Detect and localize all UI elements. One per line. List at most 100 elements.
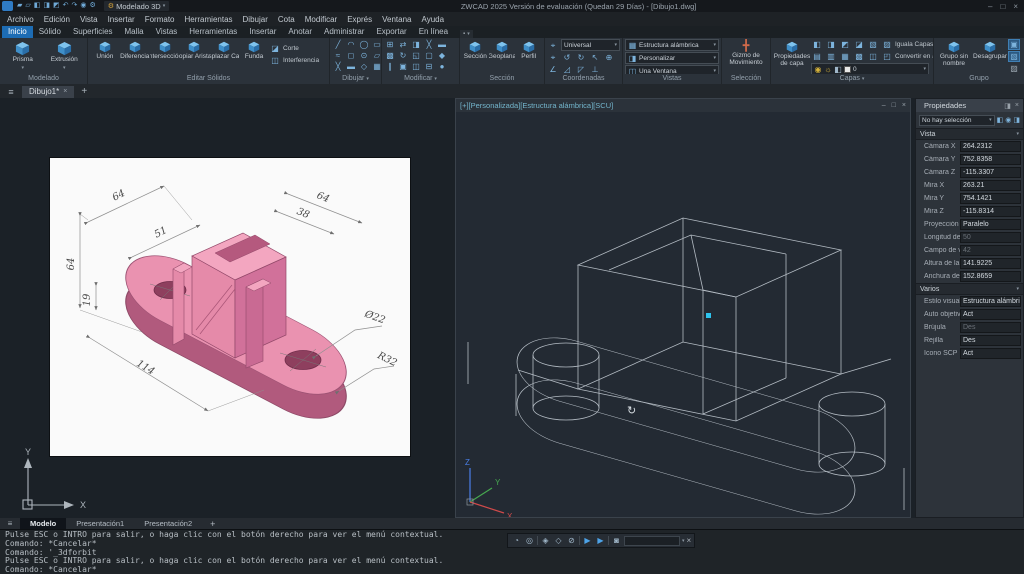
ribbon-tab-administrar[interactable]: Administrar — [318, 26, 370, 38]
ribbon-tab-malla[interactable]: Malla — [119, 26, 150, 38]
property-value[interactable]: Paralelo — [960, 219, 1021, 230]
walk-icon[interactable]: ▶ — [595, 536, 606, 545]
ribbon-tab-insertar[interactable]: Insertar — [243, 26, 282, 38]
ucs-face-icon[interactable]: ◸ — [575, 64, 587, 74]
section-vista[interactable]: Vista ▾ — [916, 128, 1023, 140]
layer-freeze-icon[interactable]: ◨ — [825, 39, 837, 50]
funda-button[interactable]: Funda — [239, 39, 269, 74]
modify-join-icon[interactable]: ⊟ — [423, 61, 435, 72]
ribbon-tab-inicio[interactable]: Inicio — [2, 26, 33, 38]
perfil-button[interactable]: Perfil — [515, 39, 542, 74]
menu-item-modificar[interactable]: Modificar — [300, 15, 342, 24]
undo-icon[interactable]: ↶ — [63, 1, 69, 11]
section-varios[interactable]: Varios ▾ — [916, 283, 1023, 295]
draw-line-icon[interactable]: ╱ — [332, 39, 344, 50]
grupo-sin-nombre-button[interactable]: Grupo sin nombre — [936, 39, 972, 74]
layer-unlock-icon[interactable]: ▦ — [839, 51, 851, 62]
modify-scale-icon[interactable]: ◱ — [410, 50, 422, 61]
prisma-button[interactable]: Prisma ▾ — [2, 39, 44, 74]
ribbon-tab-exportar[interactable]: Exportar — [370, 26, 412, 38]
layer-unisolate-icon[interactable]: ▩ — [853, 51, 865, 62]
modify-extend-icon[interactable]: ▣ — [397, 61, 409, 72]
free-orbit-icon[interactable]: ◇ — [553, 536, 564, 545]
pin-icon[interactable]: ◨ — [1004, 102, 1011, 110]
group-edit-icon[interactable]: ▨ — [1008, 63, 1020, 74]
ucs-world-icon[interactable]: ⌖ — [547, 52, 559, 63]
modify-fillet-icon[interactable]: ◆ — [436, 50, 448, 61]
continuous-orbit-icon[interactable]: ⊘ — [566, 536, 577, 545]
layout-menu-icon[interactable]: ≡ — [0, 519, 20, 528]
ribbon-tab-vistas[interactable]: Vistas — [150, 26, 184, 38]
desagrupar-button[interactable]: Desagrupar — [972, 39, 1008, 74]
print-icon[interactable]: ◩ — [53, 1, 60, 11]
property-value[interactable]: 263.21 — [960, 180, 1021, 191]
draw-region-icon[interactable]: ▬ — [345, 61, 357, 72]
ucs-rotate-icon[interactable]: ↻ — [575, 52, 587, 63]
draw-arc-icon[interactable]: ◠ — [345, 39, 357, 50]
modify-trim-icon[interactable]: ∥ — [384, 61, 396, 72]
menu-item-dibujar[interactable]: Dibujar — [238, 15, 273, 24]
diferencia-button[interactable]: Diferencia — [120, 39, 150, 74]
toggle-pickadd-icon[interactable]: ◧ — [997, 116, 1004, 124]
view-combo[interactable]: ◨ Personalizar ▾ — [625, 52, 719, 64]
group-toggle-b-icon[interactable]: ▧ — [1008, 51, 1020, 62]
model-space[interactable]: 64 51 38 64 64 19 114 Ø22 R32 Y X — [0, 98, 1024, 518]
property-value[interactable]: 754.1421 — [960, 193, 1021, 204]
doc-tab-dibujo1[interactable]: Dibujo1* × — [22, 86, 74, 98]
ribbon-tab-anotar[interactable]: Anotar — [282, 26, 318, 38]
chevron-down-icon[interactable]: ▾ — [682, 538, 685, 544]
layer-on-icon[interactable]: ◧ — [811, 39, 823, 50]
ribbon-tab-herramientas[interactable]: Herramientas — [183, 26, 243, 38]
convertir-actual-button[interactable]: Convertir en actual — [895, 53, 933, 60]
ucs-view-icon[interactable]: ◿ — [561, 64, 573, 74]
draw-rectangle-icon[interactable]: ▭ — [371, 39, 381, 50]
draw-polygon-icon[interactable]: ▱ — [371, 50, 381, 61]
select-objects-icon[interactable]: ◉ — [1005, 116, 1011, 124]
open-file-icon[interactable]: ▱ — [25, 1, 30, 11]
menu-item-expres[interactable]: Exprés — [342, 15, 377, 24]
modify-stretch-icon[interactable]: ▢ — [423, 50, 435, 61]
settings-icon[interactable]: ⚙ — [90, 1, 96, 11]
ucs-object-icon[interactable]: ⊕ — [603, 52, 615, 63]
seccion-button[interactable]: Sección — [462, 39, 489, 74]
minimize-button[interactable]: – — [988, 2, 992, 11]
property-value[interactable]: -115.8314 — [960, 206, 1021, 217]
ucs-3point-icon[interactable]: ⊥ — [589, 64, 601, 74]
viewport-canvas[interactable]: ↻ Z Y X — [456, 112, 910, 517]
geoplana-button[interactable]: Geoplana — [489, 39, 516, 74]
interferencia-button[interactable]: ◫ Interferencia — [269, 55, 327, 66]
menu-item-ayuda[interactable]: Ayuda — [417, 15, 450, 24]
property-value[interactable]: 752.8358 — [960, 154, 1021, 165]
group-toggle-a-icon[interactable]: ▣ — [1008, 39, 1020, 50]
tab-presentacion1[interactable]: Presentación1 — [66, 518, 134, 529]
draw-donut-icon[interactable]: ⊙ — [358, 50, 370, 61]
property-value[interactable]: Estructura alámbric — [960, 296, 1021, 307]
selection-filter-combo[interactable]: No hay selección ▾ — [919, 115, 995, 126]
ribbon-tab-superficies[interactable]: Superficies — [67, 26, 119, 38]
modify-move-icon[interactable]: ⊞ — [384, 39, 396, 50]
property-value[interactable]: Act — [960, 309, 1021, 320]
menu-item-vista[interactable]: Vista — [75, 15, 103, 24]
property-value[interactable]: Des — [960, 335, 1021, 346]
desplazar-caras-button[interactable]: Desplazar Caras — [209, 39, 239, 74]
iguala-capas-button[interactable]: Iguala Capas — [895, 41, 933, 48]
menu-item-insertar[interactable]: Insertar — [103, 15, 140, 24]
redo-icon[interactable]: ↷ — [72, 1, 78, 11]
property-value[interactable]: Act — [960, 348, 1021, 359]
draw-polyline-icon[interactable]: ◻ — [345, 50, 357, 61]
reference-image[interactable]: 64 51 38 64 64 19 114 Ø22 R32 — [50, 158, 410, 456]
ucs-origin-icon[interactable]: ↖ — [589, 52, 601, 63]
layer-previous-icon[interactable]: ◫ — [867, 51, 879, 62]
layer-delete-icon[interactable]: ◰ — [881, 51, 893, 62]
layer-merge-icon[interactable]: ▨ — [881, 39, 893, 50]
modify-rotate-icon[interactable]: ↻ — [397, 50, 409, 61]
draw-ellipse-icon[interactable]: ◇ — [358, 61, 370, 72]
nav-search-input[interactable] — [624, 536, 680, 546]
menu-item-herramientas[interactable]: Herramientas — [180, 15, 238, 24]
menu-item-edicion[interactable]: Edición — [39, 15, 75, 24]
maximize-button[interactable]: □ — [1000, 2, 1005, 11]
propiedades-capa-button[interactable]: Propiedades de capa — [773, 39, 811, 74]
modify-mirror-icon[interactable]: ◨ — [410, 39, 422, 50]
visual-style-combo[interactable]: ▦ Estructura alámbrica ▾ — [625, 39, 719, 51]
interseccion-button[interactable]: Intersección — [150, 39, 180, 74]
